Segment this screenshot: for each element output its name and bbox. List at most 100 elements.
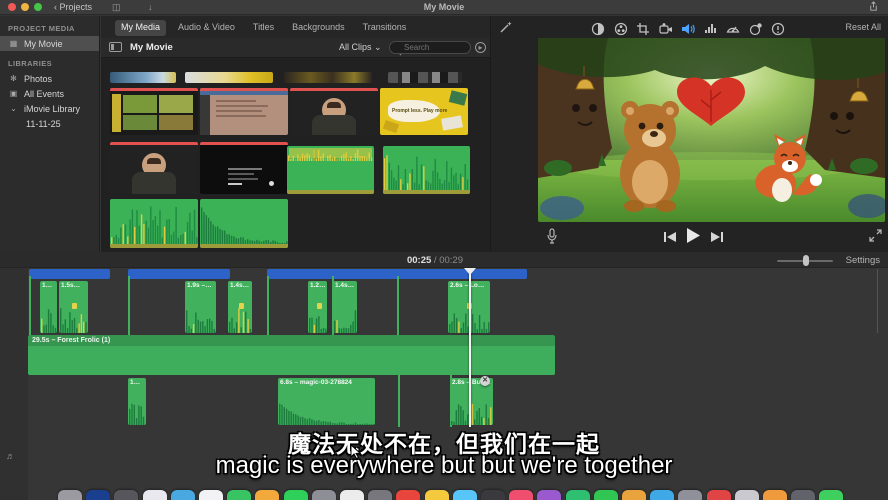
audio-clip[interactable]: 1.2… — [308, 281, 327, 333]
dock-app-icon[interactable] — [227, 490, 251, 500]
effects-icon[interactable] — [749, 22, 763, 36]
audio-clip[interactable]: 1.5s… — [59, 281, 88, 333]
crop-icon[interactable] — [636, 22, 650, 36]
next-frame-icon[interactable] — [710, 230, 724, 248]
close-window-button[interactable] — [8, 3, 16, 11]
stabilization-icon[interactable] — [659, 22, 673, 36]
playhead-handle[interactable] — [464, 268, 476, 275]
volume-icon[interactable] — [681, 22, 695, 36]
dock-app-icon[interactable] — [594, 490, 618, 500]
title-clip-bar[interactable] — [128, 269, 230, 279]
dock-app-icon[interactable] — [396, 490, 420, 500]
clip-collage[interactable] — [110, 88, 198, 135]
dock-app-icon[interactable] — [566, 490, 590, 500]
tab-audio-video[interactable]: Audio & Video — [172, 20, 241, 36]
dock-app-icon[interactable] — [284, 490, 308, 500]
microphone-icon[interactable] — [546, 228, 558, 249]
info-icon[interactable] — [771, 22, 785, 36]
dock-app-icon[interactable] — [509, 490, 533, 500]
clip-document[interactable] — [200, 88, 288, 135]
sidebar-heading: PROJECT MEDIA — [0, 16, 99, 36]
clip-terminal[interactable] — [200, 142, 288, 194]
audio-spikes[interactable] — [383, 146, 470, 194]
reset-all-button[interactable]: Reset All — [845, 22, 881, 32]
audio-clip[interactable]: 1.4s… — [228, 281, 252, 333]
clip-yellow-promo[interactable]: Prompt less. Play more — [380, 88, 468, 135]
attached-audio-clip[interactable]: 6.8s – magic-03-278824 — [278, 378, 375, 425]
audio-spikes2[interactable] — [110, 199, 198, 248]
download-arrow-icon[interactable]: ↓ — [148, 2, 153, 12]
audio-clip[interactable]: 1.4s… — [333, 281, 357, 333]
sidebar-item-11-11-25[interactable]: 11-11-25 — [0, 116, 99, 131]
clip-connector-stem — [29, 276, 31, 336]
dock-app-icon[interactable] — [678, 490, 702, 500]
sidebar-item-imovie-library[interactable]: ⌄iMovie Library — [0, 101, 99, 116]
back-to-projects-button[interactable]: ‹ Projects — [54, 2, 92, 12]
dock-app-icon[interactable] — [143, 490, 167, 500]
dock-app-icon[interactable] — [537, 490, 561, 500]
dock-app-icon[interactable] — [368, 490, 392, 500]
search-input[interactable] — [389, 41, 471, 54]
dock-app-icon[interactable] — [819, 490, 843, 500]
dock-app-icon[interactable] — [312, 490, 336, 500]
viewer-canvas[interactable] — [538, 38, 885, 222]
dock-app-icon[interactable] — [650, 490, 674, 500]
title-clip-bar[interactable] — [29, 269, 110, 279]
color-correction-icon[interactable] — [614, 22, 628, 36]
dock-app-icon[interactable] — [707, 490, 731, 500]
dock-app-icon[interactable] — [86, 490, 110, 500]
dock-app-icon[interactable] — [255, 490, 279, 500]
clip-delete-badge[interactable]: ✕ — [480, 376, 490, 386]
filmstrip-dark[interactable] — [284, 72, 372, 83]
filmstrip-mini[interactable] — [388, 72, 462, 83]
clip-connector-stem — [397, 276, 399, 336]
timeline-settings-button[interactable]: Settings — [846, 255, 880, 266]
audio-yellow-top[interactable] — [287, 146, 374, 194]
timeline-zoom-knob[interactable] — [803, 255, 809, 266]
speed-icon[interactable] — [726, 22, 740, 36]
dock-app-icon[interactable] — [622, 490, 646, 500]
playhead-line[interactable] — [469, 269, 471, 427]
dock-app-icon[interactable] — [425, 490, 449, 500]
window-titlebar: ‹ Projects ◫︎ ↓ My Movie — [0, 0, 888, 15]
clip-presenter-dark[interactable] — [290, 88, 378, 135]
fullscreen-icon[interactable] — [869, 229, 882, 247]
sidebar-item-label: iMovie Library — [24, 104, 80, 114]
filmstrip-blue[interactable] — [110, 72, 176, 83]
dock-app-icon[interactable] — [481, 490, 505, 500]
sidebar-item-all-events[interactable]: ▣All Events — [0, 86, 99, 101]
attached-audio-clip[interactable]: 1… — [128, 378, 146, 425]
minimize-window-button[interactable] — [21, 3, 29, 11]
tab-backgrounds[interactable]: Backgrounds — [286, 20, 351, 36]
sidebar-item-photos[interactable]: ✻Photos — [0, 71, 99, 86]
tab-transitions[interactable]: Transitions — [357, 20, 413, 36]
color-balance-icon[interactable] — [591, 22, 605, 36]
dock-app-icon[interactable] — [340, 490, 364, 500]
sidebar-item-my-movie[interactable]: ▦My Movie — [0, 36, 99, 51]
share-icon[interactable] — [868, 1, 879, 14]
dock-app-icon[interactable] — [763, 490, 787, 500]
browser-forward-icon[interactable]: ▸ — [475, 42, 486, 53]
sidebar-toggle-icon[interactable] — [109, 42, 122, 52]
previous-frame-icon[interactable] — [663, 230, 677, 248]
noise-reduction-icon[interactable] — [704, 22, 718, 36]
dock-app-icon[interactable] — [171, 490, 195, 500]
filmstrip-yellow[interactable] — [185, 72, 273, 83]
dock-app-icon[interactable] — [114, 490, 138, 500]
play-icon[interactable] — [685, 227, 701, 249]
dock-app-icon[interactable] — [735, 490, 759, 500]
import-media-icon[interactable]: ◫︎ — [112, 2, 121, 13]
main-video-clip[interactable]: 29.5s – Forest Frolic (1) — [28, 335, 555, 375]
zoom-window-button[interactable] — [34, 3, 42, 11]
clip-presenter[interactable] — [110, 142, 198, 194]
audio-clip[interactable]: 1… — [40, 281, 57, 333]
clip-filter-dropdown[interactable]: All Clips ⌄ — [339, 42, 382, 53]
tab-my-media[interactable]: My Media — [115, 20, 166, 36]
dock-app-icon[interactable] — [453, 490, 477, 500]
audio-clip[interactable]: 1.9s –… — [185, 281, 216, 333]
dock-app-icon[interactable] — [199, 490, 223, 500]
dock-app-icon[interactable] — [791, 490, 815, 500]
audio-decay[interactable] — [200, 199, 288, 248]
tab-titles[interactable]: Titles — [247, 20, 280, 36]
dock-app-icon[interactable] — [58, 490, 82, 500]
